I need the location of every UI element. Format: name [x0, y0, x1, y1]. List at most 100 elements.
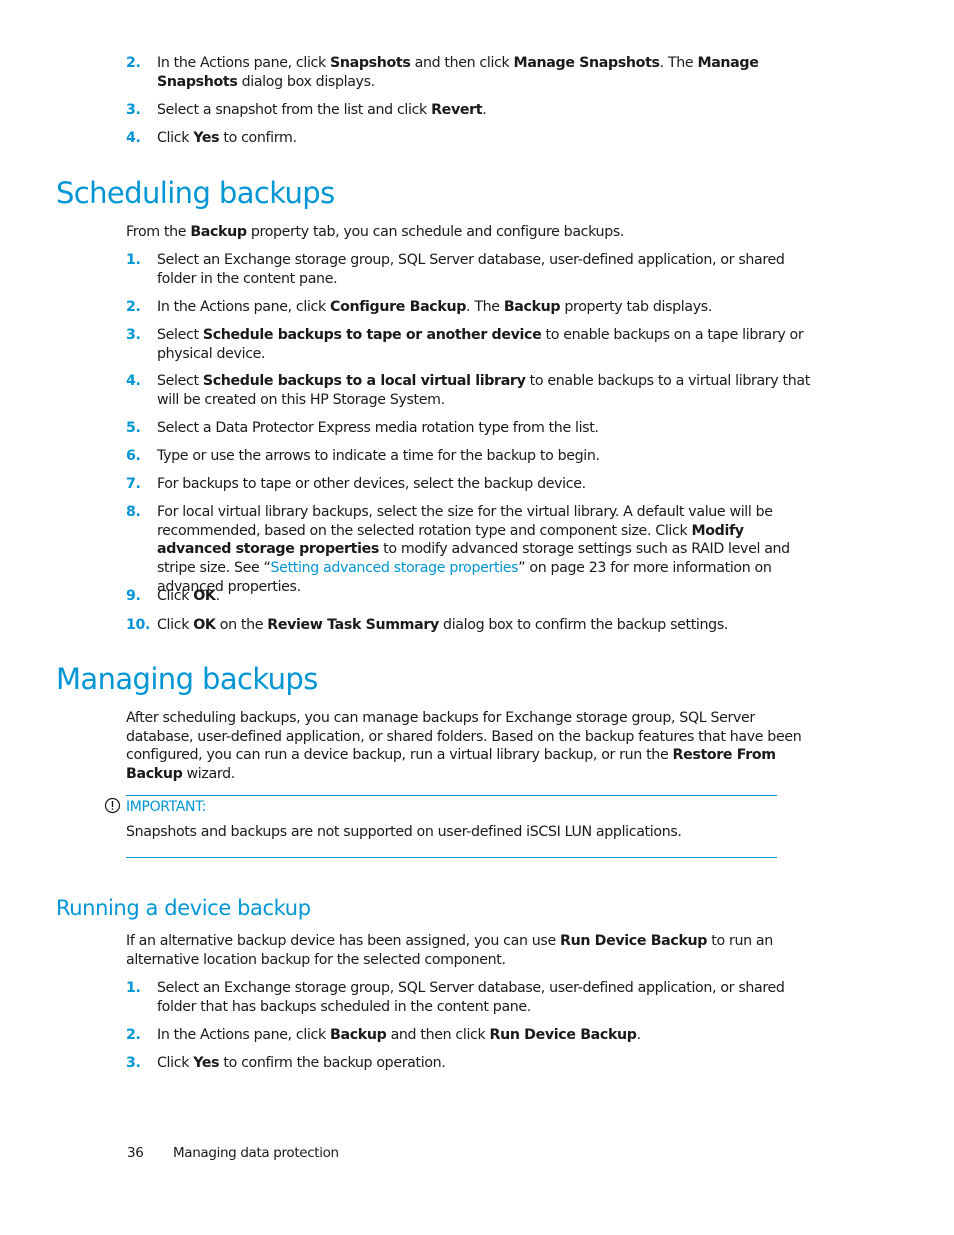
- text-run: Type or use the arrows to indicate a tim…: [157, 448, 600, 464]
- bold-term: Yes: [193, 130, 220, 146]
- text-run: property tab, you can schedule and confi…: [246, 224, 625, 240]
- step-text: Select an Exchange storage group, SQL Se…: [157, 979, 816, 1016]
- list-item: 2. In the Actions pane, click Snapshots a…: [126, 54, 816, 91]
- text-run: and then click: [410, 55, 514, 71]
- step-text: Type or use the arrows to indicate a tim…: [157, 447, 816, 466]
- text-run: Select an Exchange storage group, SQL Se…: [157, 252, 785, 287]
- text-run: In the Actions pane, click: [157, 1027, 331, 1043]
- bold-term: OK: [193, 588, 216, 604]
- important-bottom-rule: [126, 857, 777, 858]
- text-run: dialog box displays.: [237, 73, 376, 90]
- list-item: 3. Select a snapshot from the list and cl…: [126, 101, 816, 120]
- heading-running-device-backup: Running a device backup: [56, 896, 311, 920]
- text-run: Select a Data Protector Express media ro…: [157, 420, 599, 436]
- step-text: Click OK.: [157, 587, 816, 606]
- important-label: IMPORTANT:: [126, 799, 207, 815]
- list-item: 8. For local virtual library backups, sel…: [126, 503, 816, 597]
- step-number: 5.: [126, 420, 141, 436]
- text-run: to confirm.: [219, 130, 297, 146]
- list-item: 3. Select Schedule backups to tape or ano…: [126, 326, 816, 363]
- list-item: 4. Select Schedule backups to a local vir…: [126, 372, 816, 409]
- step-number: 2.: [126, 55, 141, 71]
- bold-term: OK: [193, 617, 216, 633]
- step-number: 10.: [126, 617, 151, 633]
- text-run: .: [636, 1027, 642, 1043]
- step-number: 4.: [126, 373, 141, 389]
- text-run: Click: [157, 1055, 194, 1071]
- list-item: 9. Click OK.: [126, 587, 816, 606]
- heading-scheduling-backups: Scheduling backups: [56, 176, 335, 210]
- bold-term: Revert: [431, 102, 483, 118]
- step-text: Select an Exchange storage group, SQL Se…: [157, 251, 816, 288]
- text-run: Click: [157, 617, 194, 633]
- managing-intro: After scheduling backups, you can manage…: [126, 709, 816, 784]
- step-number: 3.: [126, 1055, 141, 1071]
- list-item: 4. Click Yes to confirm.: [126, 129, 816, 148]
- step-number: 8.: [126, 504, 141, 520]
- list-item: 10. Click OK on the Review Task Summary d…: [126, 616, 816, 635]
- step-text: Select Schedule backups to tape or anoth…: [157, 326, 816, 363]
- text-run: In the Actions pane, click: [157, 299, 331, 315]
- bold-term: Run Device Backup: [560, 933, 708, 949]
- step-number: 1.: [126, 980, 141, 996]
- step-text: Click Yes to confirm.: [157, 129, 816, 148]
- step-text: Click Yes to confirm the backup operatio…: [157, 1054, 816, 1073]
- text-run: In the Actions pane, click: [157, 55, 331, 71]
- list-item: 2. In the Actions pane, click Configure B…: [126, 298, 816, 317]
- text-run: Select a snapshot from the list and clic…: [157, 102, 432, 118]
- list-item: 7. For backups to tape or other devices, …: [126, 475, 816, 494]
- step-text: In the Actions pane, click Snapshots and…: [157, 54, 816, 91]
- heading-managing-backups: Managing backups: [56, 662, 318, 696]
- text-run: .: [482, 102, 487, 118]
- step-number: 7.: [126, 476, 141, 492]
- bold-term: Review Task Summary: [267, 617, 439, 633]
- text-run: dialog box to confirm the backup setting…: [438, 617, 729, 633]
- text-run: and then click: [386, 1027, 490, 1043]
- list-item: 5. Select a Data Protector Express media …: [126, 419, 816, 438]
- step-text: Select Schedule backups to a local virtu…: [157, 372, 816, 409]
- step-number: 3.: [126, 102, 141, 118]
- text-run: wizard.: [182, 766, 236, 783]
- important-text: Snapshots and backups are not supported …: [126, 824, 682, 840]
- text-run: For backups to tape or other devices, se…: [157, 476, 586, 492]
- step-text: For local virtual library backups, selec…: [157, 503, 816, 597]
- cross-reference-link[interactable]: Setting advanced storage properties: [271, 560, 519, 576]
- bold-term: Backup: [503, 299, 561, 315]
- step-number: 1.: [126, 252, 141, 268]
- step-number: 6.: [126, 448, 141, 464]
- device-backup-intro: If an alternative backup device has been…: [126, 932, 816, 969]
- bold-term: Run Device Backup: [489, 1027, 637, 1043]
- bold-term: Schedule backups to tape or another devi…: [202, 327, 542, 343]
- text-run: Select an Exchange storage group, SQL Se…: [157, 980, 785, 1015]
- bold-term: Schedule backups to a local virtual libr…: [202, 373, 526, 389]
- step-text: Click OK on the Review Task Summary dial…: [157, 616, 816, 635]
- chapter-title: Managing data protection: [173, 1145, 339, 1161]
- step-number: 3.: [126, 327, 141, 343]
- text-run: Click: [157, 130, 194, 146]
- text-run: property tab displays.: [560, 299, 712, 315]
- list-item: 6. Type or use the arrows to indicate a t…: [126, 447, 816, 466]
- text-run: For local virtual library backups, selec…: [157, 504, 773, 539]
- text-run: If an alternative backup device has been…: [126, 933, 560, 949]
- text-run: .: [215, 588, 221, 604]
- text-run: . The: [466, 299, 504, 315]
- text-run: From the: [126, 224, 191, 240]
- page-number: 36: [127, 1145, 144, 1161]
- step-text: In the Actions pane, click Backup and th…: [157, 1026, 816, 1045]
- exclamation-circle-icon: [104, 797, 121, 818]
- bold-term: Snapshots: [330, 55, 411, 71]
- text-run: to confirm the backup operation.: [219, 1055, 446, 1071]
- step-text: Select a Data Protector Express media ro…: [157, 419, 816, 438]
- text-run: . The: [659, 55, 698, 71]
- step-number: 2.: [126, 299, 141, 315]
- text-run: Select: [157, 373, 203, 389]
- step-text: Select a snapshot from the list and clic…: [157, 101, 816, 120]
- list-item: 1. Select an Exchange storage group, SQL …: [126, 251, 816, 288]
- list-item: 2. In the Actions pane, click Backup and …: [126, 1026, 816, 1045]
- step-text: In the Actions pane, click Configure Bac…: [157, 298, 816, 317]
- bold-term: Yes: [193, 1055, 220, 1071]
- list-item: 1. Select an Exchange storage group, SQL …: [126, 979, 816, 1016]
- bold-term: Manage Snapshots: [513, 55, 660, 71]
- step-number: 4.: [126, 130, 141, 146]
- text-run: on the: [215, 617, 268, 633]
